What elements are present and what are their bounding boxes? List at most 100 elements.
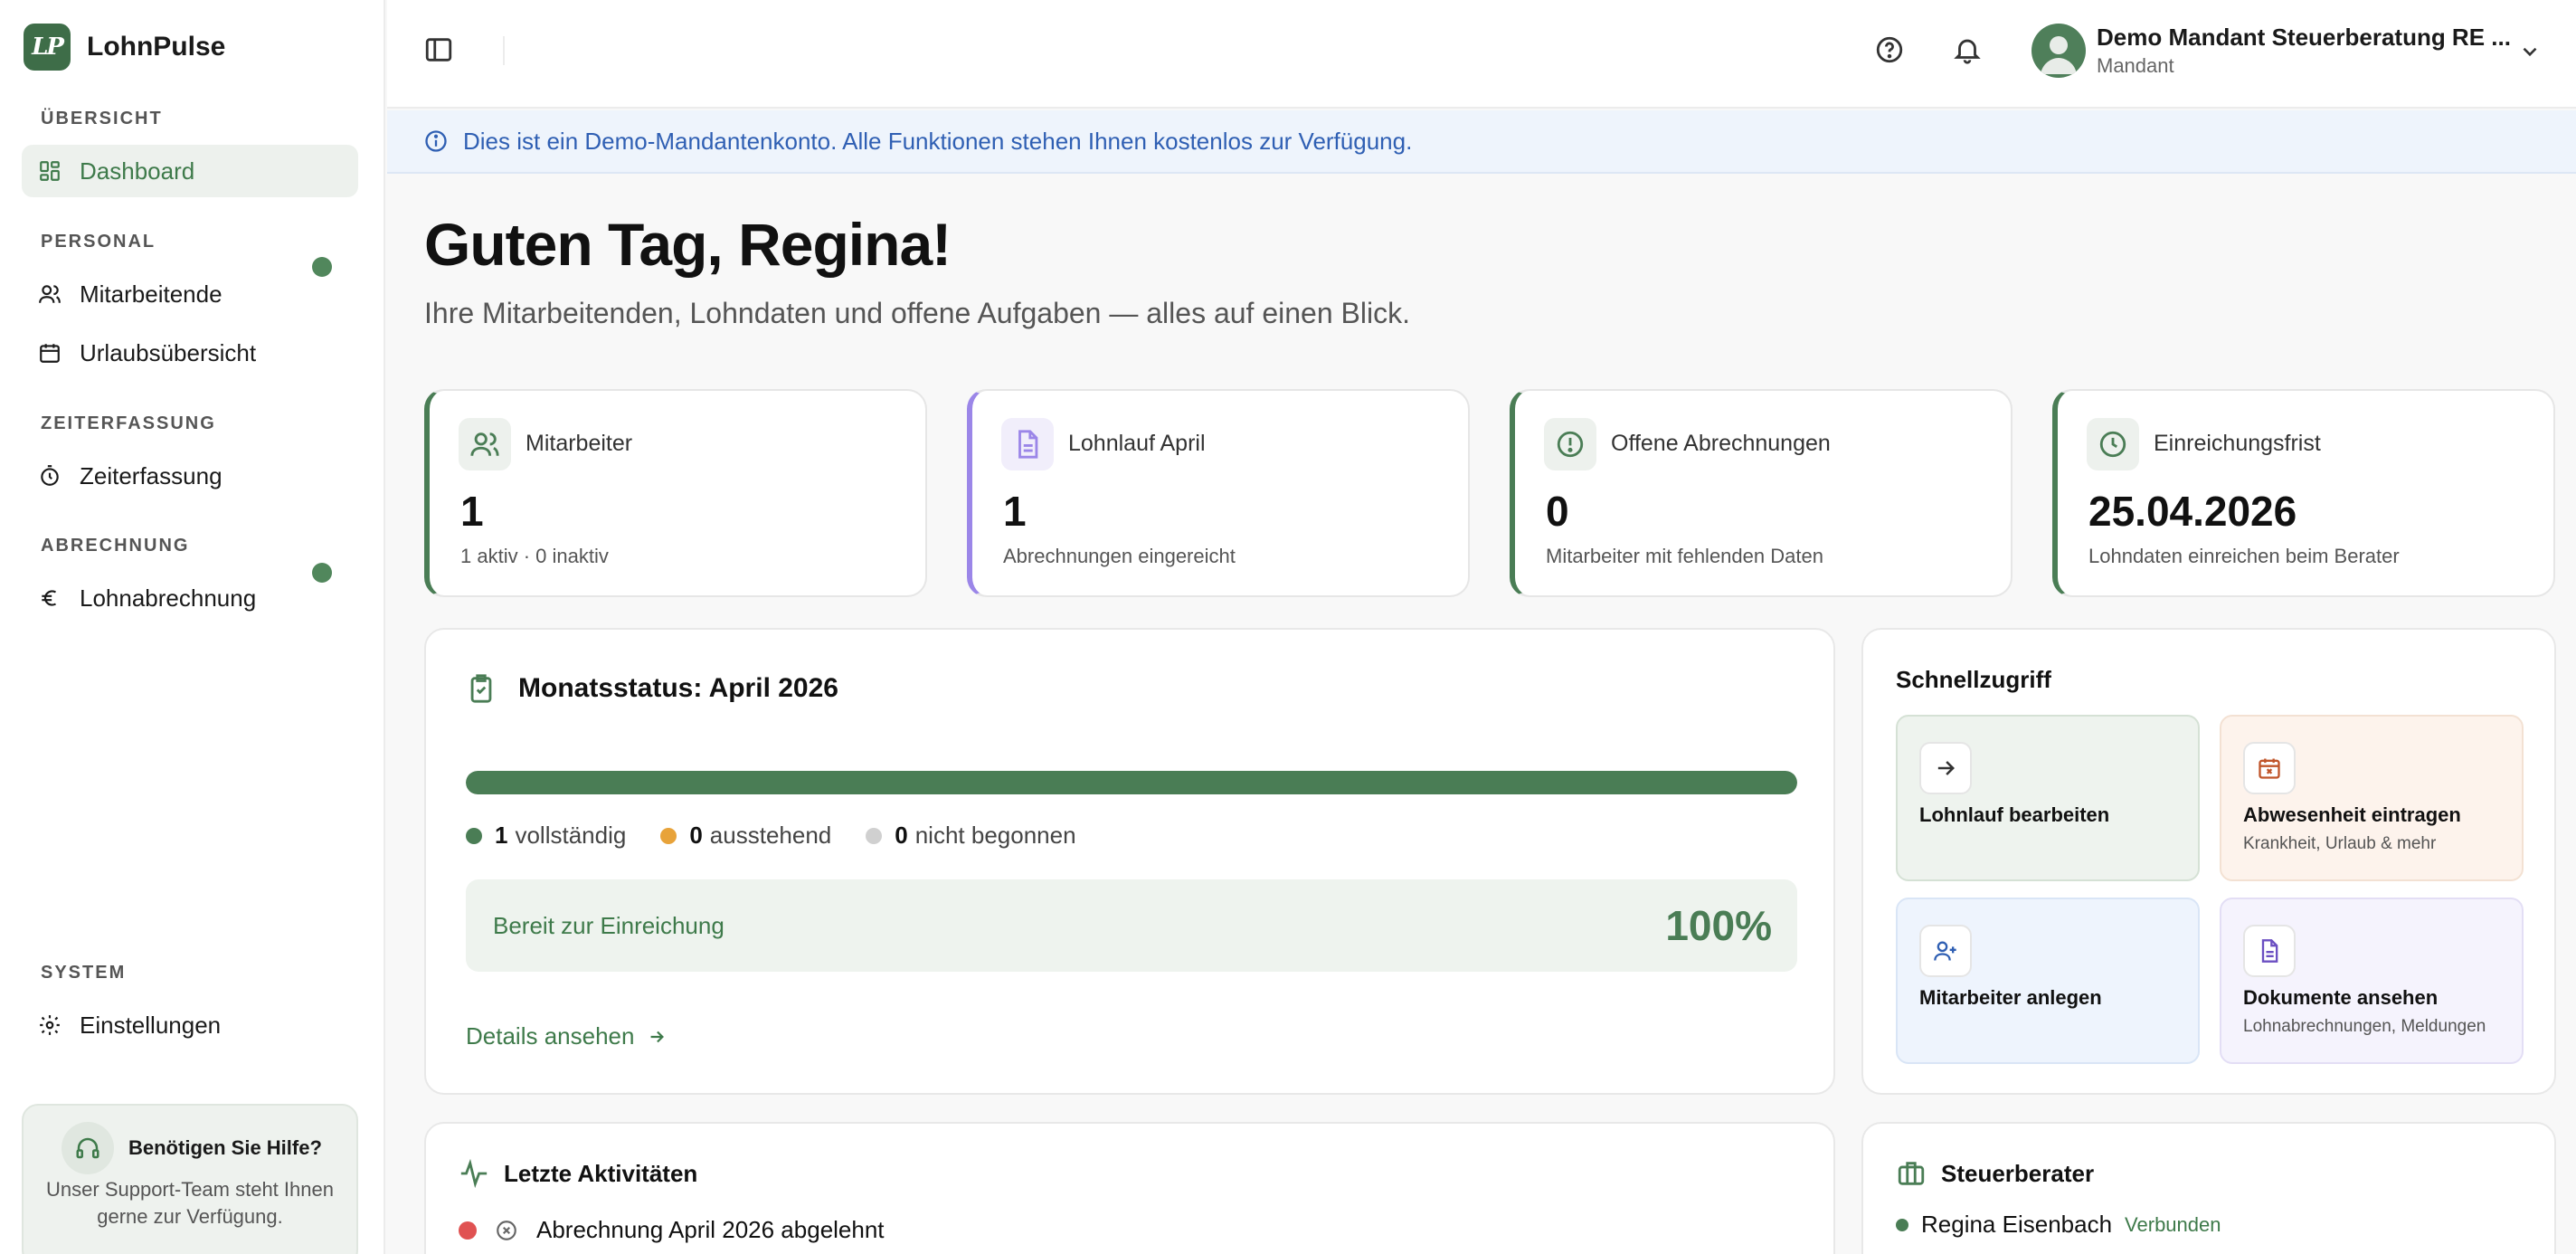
legend-label: nicht begonnen <box>914 822 1076 849</box>
user-role: Mandant <box>2097 54 2174 77</box>
help-icon[interactable] <box>1874 34 1905 65</box>
tax-advisor-title: Steuerberater <box>1941 1159 2095 1187</box>
legend-label: vollständig <box>515 822 627 849</box>
user-plus-icon <box>1919 925 1972 977</box>
stat-sub: Lohndaten einreichen beim Berater <box>2088 545 2400 567</box>
document-icon <box>2243 925 2296 977</box>
legend-dot <box>866 827 883 844</box>
stat-value: 1 <box>1003 488 1027 535</box>
stat-value: 0 <box>1546 488 1569 535</box>
x-circle-icon <box>497 1220 516 1240</box>
quick-tile-dokumente-ansehen[interactable]: Dokumente ansehen Lohnabrechnungen, Meld… <box>2220 898 2524 1064</box>
section-label-uebersicht: ÜBERSICHT <box>41 109 163 128</box>
sidebar-item-zeiterfassung[interactable]: Zeiterfassung <box>22 450 358 502</box>
section-label-zeiterfassung: ZEITERFASSUNG <box>41 413 216 433</box>
alert-circle-icon <box>1544 418 1596 470</box>
legend-dot <box>466 827 482 844</box>
stat-card-offene-abrechnungen[interactable]: Offene Abrechnungen 0 Mitarbeiter mit fe… <box>1510 389 2012 597</box>
tile-sub: Lohnabrechnungen, Meldungen <box>2243 1017 2486 1036</box>
sidebar-item-label: Lohnabrechnung <box>80 584 257 612</box>
ready-percent: 100% <box>1665 902 1772 949</box>
sidebar-item-mitarbeitende[interactable]: Mitarbeitende <box>22 268 358 320</box>
users-icon <box>39 285 61 303</box>
legend-item-vollstaendig: 1 vollständig <box>466 822 626 850</box>
legend-item-nicht-begonnen: 0 nicht begonnen <box>866 822 1076 850</box>
status-dot <box>1896 1218 1908 1231</box>
quick-tile-mitarbeiter-anlegen[interactable]: Mitarbeiter anlegen <box>1896 898 2200 1064</box>
sidebar-item-label: Zeiterfassung <box>80 461 223 489</box>
document-icon <box>1001 418 1054 470</box>
activity-text: Abrechnung April 2026 abgelehnt <box>536 1216 885 1243</box>
sidebar-item-einstellungen[interactable]: Einstellungen <box>22 999 358 1051</box>
clipboard-check-icon <box>470 674 492 703</box>
gear-icon <box>40 1015 60 1035</box>
stat-value: 1 <box>460 488 484 535</box>
stat-card-mitarbeiter[interactable]: Mitarbeiter 1 1 aktiv · 0 inaktiv <box>424 389 927 597</box>
activity-item[interactable]: Abrechnung April 2026 abgelehnt <box>459 1216 885 1244</box>
quick-tile-abwesenheit-eintragen[interactable]: Abwesenheit eintragen Krankheit, Urlaub … <box>2220 715 2524 881</box>
avatar[interactable] <box>2031 24 2086 78</box>
activity-icon <box>460 1158 488 1189</box>
brand-name: LohnPulse <box>87 32 226 62</box>
quick-access-title: Schnellzugriff <box>1896 666 2051 693</box>
stat-label: Offene Abrechnungen <box>1611 431 1831 456</box>
tile-sub: Krankheit, Urlaub & mehr <box>2243 834 2437 853</box>
calendar-icon <box>40 344 60 363</box>
details-link[interactable]: Details ansehen <box>466 1022 667 1050</box>
stat-card-lohnlauf[interactable]: Lohnlauf April 1 Abrechnungen eingereich… <box>967 389 1470 597</box>
help-card[interactable]: Benötigen Sie Hilfe? Unser Support-Team … <box>22 1104 358 1254</box>
demo-banner: Dies ist ein Demo-Mandantenkonto. Alle F… <box>387 110 2576 174</box>
ready-box: Bereit zur Einreichung 100% <box>466 879 1797 972</box>
arrow-right-icon <box>651 1031 665 1042</box>
status-badge: Verbunden <box>2125 1212 2221 1236</box>
legend-dot <box>660 827 677 844</box>
sidebar-item-lohnabrechnung[interactable]: Lohnabrechnung <box>22 572 358 624</box>
sidebar-item-urlaubsuebersicht[interactable]: Urlaubsübersicht <box>22 327 358 379</box>
legend-item-ausstehend: 0 ausstehend <box>660 822 831 850</box>
stat-sub: 1 aktiv · 0 inaktiv <box>460 545 609 567</box>
briefcase-icon <box>1898 1162 1925 1185</box>
stat-label: Mitarbeiter <box>526 431 633 456</box>
euro-icon <box>42 590 57 606</box>
tax-advisor-card: Steuerberater Regina Eisenbach Verbunden <box>1861 1122 2556 1254</box>
page-subtitle: Ihre Mitarbeitenden, Lohndaten und offen… <box>424 297 1410 329</box>
timer-icon <box>41 465 59 486</box>
divider <box>503 36 505 65</box>
legend-count: 0 <box>895 822 908 849</box>
activities-title: Letzte Aktivitäten <box>504 1159 698 1187</box>
tile-title: Dokumente ansehen <box>2243 986 2439 1009</box>
quick-access-card: Schnellzugriff Lohnlauf bearbeiten Abwes… <box>1861 628 2556 1095</box>
ready-label: Bereit zur Einreichung <box>493 912 724 939</box>
user-name[interactable]: Demo Mandant Steuerberatung RE ... <box>2097 24 2511 52</box>
section-label-personal: PERSONAL <box>41 232 156 252</box>
sidebar-item-label: Mitarbeitende <box>80 280 223 308</box>
sidebar-toggle-icon[interactable] <box>423 34 454 65</box>
users-icon <box>459 418 511 470</box>
sidebar-item-dashboard[interactable]: Dashboard <box>22 145 358 197</box>
chevron-down-icon[interactable] <box>2518 40 2542 63</box>
legend-label: ausstehend <box>709 822 832 849</box>
arrow-right-icon <box>1919 742 1972 794</box>
sidebar-item-label: Urlaubsübersicht <box>80 338 257 366</box>
sidebar-item-label: Einstellungen <box>80 1011 222 1039</box>
section-label-abrechnung: ABRECHNUNG <box>41 536 190 556</box>
tile-title: Mitarbeiter anlegen <box>1919 986 2102 1009</box>
status-legend: 1 vollständig 0 ausstehend 0 nicht begon… <box>466 822 1076 850</box>
quick-tile-lohnlauf-bearbeiten[interactable]: Lohnlauf bearbeiten <box>1896 715 2200 881</box>
stat-sub: Mitarbeiter mit fehlenden Daten <box>1546 545 1823 567</box>
brand[interactable]: LP LohnPulse <box>24 24 225 71</box>
tile-title: Abwesenheit eintragen <box>2243 803 2461 826</box>
clock-icon <box>2087 418 2139 470</box>
topbar: Demo Mandant Steuerberatung RE ... Manda… <box>387 0 2576 109</box>
tax-advisor-name: Regina Eisenbach <box>1921 1211 2113 1238</box>
help-title: Benötigen Sie Hilfe? <box>128 1136 322 1159</box>
stat-sub: Abrechnungen eingereicht <box>1003 545 1236 567</box>
stat-card-einreichungsfrist[interactable]: Einreichungsfrist 25.04.2026 Lohndaten e… <box>2052 389 2555 597</box>
headset-icon <box>62 1122 114 1174</box>
section-label-system: SYSTEM <box>41 963 127 983</box>
bell-icon[interactable] <box>1952 34 1983 65</box>
progress-bar <box>466 771 1797 794</box>
activities-card: Letzte Aktivitäten Abrechnung April 2026… <box>424 1122 1835 1254</box>
banner-text: Dies ist ein Demo-Mandantenkonto. Alle F… <box>463 127 1413 155</box>
tax-advisor-row[interactable]: Regina Eisenbach Verbunden <box>1896 1211 2221 1239</box>
